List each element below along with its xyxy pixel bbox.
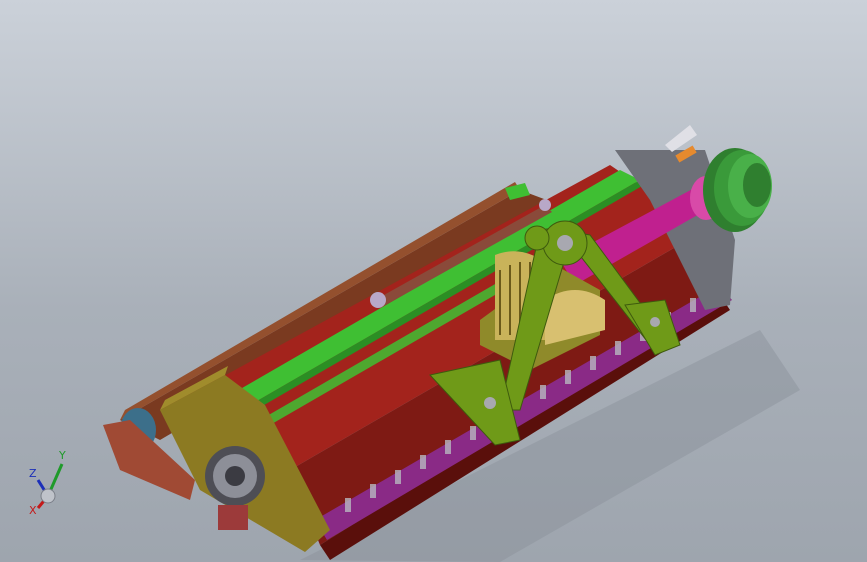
link-bracket xyxy=(539,199,551,211)
hitch-top-pin xyxy=(557,235,573,251)
hitch-lower-pin xyxy=(484,397,496,409)
left-hub-center xyxy=(225,466,245,486)
cad-viewport[interactable]: Y Z X xyxy=(0,0,867,562)
triad-origin xyxy=(40,488,56,504)
drive-pulley xyxy=(703,148,772,232)
z-axis-label: Z xyxy=(29,467,37,480)
bar-bracket xyxy=(370,292,386,308)
x-axis-label: X xyxy=(29,504,37,517)
y-axis-label: Y xyxy=(59,449,66,462)
flail-mower-model[interactable] xyxy=(0,0,867,562)
left-bearing-block xyxy=(218,505,248,530)
hitch-right-pin xyxy=(650,317,660,327)
coordinate-triad: Y Z X xyxy=(24,448,74,518)
